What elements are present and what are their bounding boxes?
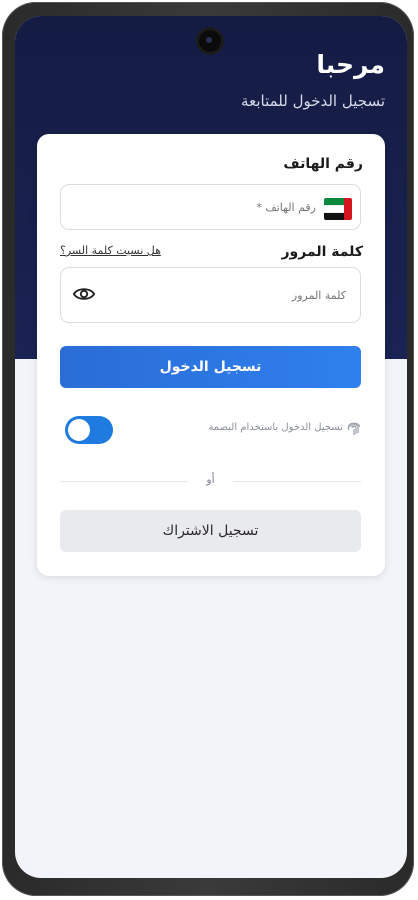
login-button[interactable]: تسجيل الدخول <box>60 346 361 388</box>
password-label: كلمة المرور <box>281 244 363 260</box>
biometric-toggle[interactable] <box>65 416 113 444</box>
app-screen: مرحبا تسجيل الدخول للمتابعة رقم الهاتف ك… <box>15 16 407 878</box>
divider-line-left <box>60 481 188 482</box>
page-title: مرحبا <box>316 50 385 79</box>
uae-flag-icon[interactable] <box>324 198 352 220</box>
phone-frame: مرحبا تسجيل الدخول للمتابعة رقم الهاتف ك… <box>2 2 414 896</box>
toggle-knob <box>68 419 90 441</box>
phone-input[interactable] <box>94 185 318 229</box>
eye-icon[interactable] <box>73 285 95 303</box>
login-card: رقم الهاتف كلمة المرور هل نسيت كلمة السر… <box>37 134 385 576</box>
front-camera-icon <box>199 30 221 52</box>
biometric-row: تسجيل الدخول باستخدام البصمة <box>60 414 361 446</box>
device: مرحبا تسجيل الدخول للمتابعة رقم الهاتف ك… <box>0 0 418 900</box>
phone-label: رقم الهاتف <box>283 156 363 172</box>
page-subtitle: تسجيل الدخول للمتابعة <box>241 92 385 110</box>
register-button[interactable]: تسجيل الاشتراك <box>60 510 361 552</box>
or-divider: أو <box>60 472 361 492</box>
phone-field[interactable] <box>60 184 361 230</box>
password-input[interactable] <box>124 268 348 322</box>
password-field[interactable] <box>60 267 361 323</box>
fingerprint-icon <box>347 422 361 435</box>
biometric-label: تسجيل الدخول باستخدام البصمة <box>208 422 343 433</box>
divider-line-right <box>233 481 361 482</box>
divider-text: أو <box>206 473 215 486</box>
forgot-password-link[interactable]: هل نسيت كلمة السر؟ <box>60 244 161 257</box>
